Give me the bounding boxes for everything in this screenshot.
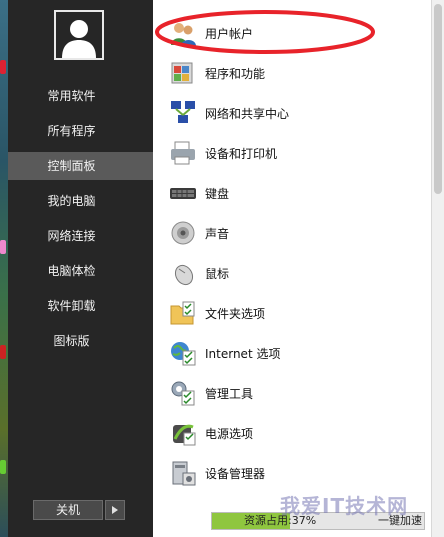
panel-item-label: 网络和共享中心 <box>205 106 290 121</box>
nav-item-uninstall-software[interactable]: 软件卸载 <box>8 292 153 320</box>
nav-item-my-computer[interactable]: 我的电脑 <box>8 187 153 215</box>
programs-icon <box>171 62 193 84</box>
nav-item-common-software[interactable]: 常用软件 <box>8 82 153 110</box>
start-menu-left-pane: 常用软件 所有程序 控制面板 我的电脑 网络连接 电脑体检 软件卸载 图标版 关… <box>8 0 153 537</box>
watermark-text: 我爱IT技术网 <box>280 494 409 518</box>
power-options-icon <box>173 424 196 446</box>
desktop-icon-fragment <box>0 460 6 474</box>
panel-item-label: 鼠标 <box>205 266 230 281</box>
panel-item-programs-features[interactable]: 程序和功能 <box>169 56 419 90</box>
network-icon <box>171 101 195 123</box>
panel-item-internet-options[interactable]: Internet 选项 <box>169 336 419 370</box>
scrollbar-thumb[interactable] <box>434 4 442 194</box>
panel-item-label: 设备和打印机 <box>205 146 278 161</box>
mouse-icon <box>174 264 194 286</box>
panel-item-user-accounts[interactable]: 用户帐户 <box>169 16 419 50</box>
nav-item-pc-checkup[interactable]: 电脑体检 <box>8 257 153 285</box>
speaker-icon <box>171 221 195 245</box>
panel-item-label: 电源选项 <box>205 426 254 441</box>
shutdown-button[interactable]: 关机 <box>33 500 103 520</box>
panel-item-network-sharing[interactable]: 网络和共享中心 <box>169 96 419 130</box>
panel-item-label: 设备管理器 <box>205 466 266 481</box>
panel-item-label: 用户帐户 <box>205 26 254 41</box>
panel-item-label: 程序和功能 <box>205 66 266 81</box>
panel-item-power-options[interactable]: 电源选项 <box>169 416 419 450</box>
panel-item-label: 键盘 <box>205 186 230 201</box>
keyboard-icon <box>170 188 196 199</box>
internet-options-icon <box>171 342 196 366</box>
nav-item-control-panel[interactable]: 控制面板 <box>8 152 153 180</box>
panel-item-label: 管理工具 <box>205 386 254 401</box>
users-icon <box>171 23 196 46</box>
panel-item-keyboard[interactable]: 键盘 <box>169 176 419 210</box>
panel-item-devices-printers[interactable]: 设备和打印机 <box>169 136 419 170</box>
panel-item-folder-options[interactable]: 文件夹选项 <box>169 296 419 330</box>
desktop-icon-fragment <box>0 60 6 74</box>
shutdown-group: 关机 <box>33 500 125 520</box>
desktop-icon-fragment <box>0 345 6 359</box>
nav-item-icon-version[interactable]: 图标版 <box>8 327 153 355</box>
user-avatar[interactable] <box>54 10 104 60</box>
panel-item-sound[interactable]: 声音 <box>169 216 419 250</box>
panel-item-admin-tools[interactable]: 管理工具 <box>169 376 419 410</box>
folder-options-icon <box>170 301 195 325</box>
panel-item-label: 声音 <box>205 226 230 241</box>
admin-tools-icon <box>171 381 195 406</box>
device-manager-icon <box>172 461 196 486</box>
panel-item-label: Internet 选项 <box>205 346 281 361</box>
shutdown-options-arrow-icon[interactable] <box>105 500 125 520</box>
desktop-icon-fragment <box>0 240 6 254</box>
panel-item-mouse[interactable]: 鼠标 <box>169 256 419 290</box>
printer-icon <box>171 141 195 165</box>
desktop-background-strip <box>0 0 8 537</box>
nav-item-network-connections[interactable]: 网络连接 <box>8 222 153 250</box>
user-silhouette-icon <box>56 12 102 58</box>
panel-item-label: 文件夹选项 <box>205 306 266 321</box>
panel-item-device-manager[interactable]: 设备管理器 <box>169 456 419 490</box>
vertical-scrollbar[interactable] <box>431 0 444 537</box>
nav-item-all-programs[interactable]: 所有程序 <box>8 117 153 145</box>
control-panel-list: 用户帐户 程序和功能 网络和共享中心 设备和打印机 键盘 声音 鼠标 文件夹选项… <box>153 0 431 537</box>
